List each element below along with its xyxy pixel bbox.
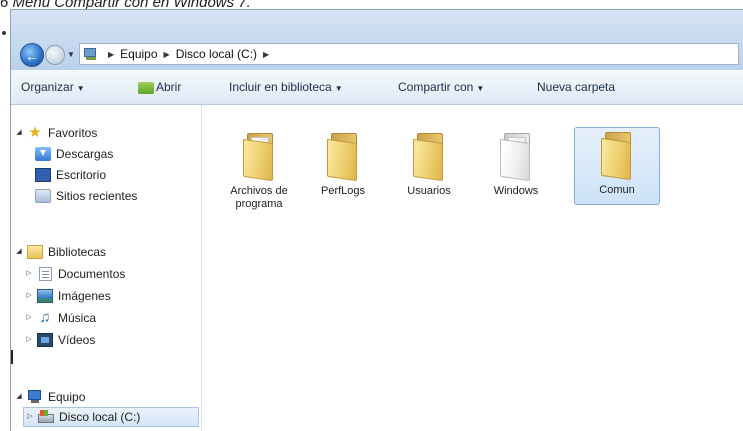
computer-icon xyxy=(27,390,43,404)
folder-item-windows[interactable]: Windows xyxy=(479,129,553,211)
breadcrumb-disco-local[interactable]: Disco local (C:) xyxy=(176,47,257,61)
folder-item-comun[interactable]: Comun xyxy=(574,127,660,205)
folder-label: PerfLogs xyxy=(320,185,366,197)
include-label: Incluir en biblioteca xyxy=(229,80,332,94)
organize-button[interactable]: Organizar ▼ xyxy=(21,70,85,104)
new-folder-label: Nueva carpeta xyxy=(537,80,616,94)
expand-arrow-icon[interactable]: ▷ xyxy=(25,330,33,350)
expand-arrow-icon[interactable]: ▷ xyxy=(25,308,33,328)
nav-item-label: Documentos xyxy=(58,267,126,281)
nav-item-label: Escritorio xyxy=(56,168,107,182)
breadcrumb-equipo[interactable]: Equipo xyxy=(120,47,157,61)
chevron-right-icon[interactable]: ▶ xyxy=(263,50,269,59)
back-button[interactable]: ← xyxy=(20,43,44,67)
nav-libraries-label: Bibliotecas xyxy=(48,245,107,259)
documents-icon xyxy=(39,267,52,281)
expand-arrow-icon[interactable]: ◢ xyxy=(15,387,23,407)
nav-computer-label: Equipo xyxy=(48,390,86,404)
recent-places-icon xyxy=(35,189,51,203)
folder-item-perflogs[interactable]: PerfLogs xyxy=(306,129,380,211)
nav-favorites[interactable]: ◢ ★ Favoritos xyxy=(15,123,97,143)
nav-libraries[interactable]: ◢ Bibliotecas xyxy=(15,242,106,262)
bullet-dot xyxy=(2,31,6,35)
new-folder-button[interactable]: Nueva carpeta xyxy=(537,70,615,104)
expand-arrow-icon[interactable]: ▷ xyxy=(25,264,33,284)
chevron-right-icon[interactable]: ▶ xyxy=(108,50,114,59)
chevron-down-icon: ▼ xyxy=(476,84,485,93)
nav-item-videos[interactable]: ▷ Vídeos xyxy=(25,330,95,350)
music-icon: ♫ xyxy=(39,309,51,326)
open-icon xyxy=(138,81,154,94)
libraries-icon xyxy=(27,245,43,259)
share-label: Compartir con xyxy=(398,80,474,94)
nav-computer[interactable]: ◢ Equipo xyxy=(15,387,85,407)
folder-item-archivos-de-programa[interactable]: Archivos de programa xyxy=(222,129,296,211)
folder-icon xyxy=(599,132,635,181)
nav-favorites-label: Favoritos xyxy=(48,126,98,140)
folder-label: Comun xyxy=(599,184,635,196)
computer-icon xyxy=(84,48,98,60)
chevron-down-icon: ▼ xyxy=(334,84,343,93)
history-dropdown-icon[interactable]: ▼ xyxy=(67,50,75,59)
nav-item-documentos[interactable]: ▷ Documentos xyxy=(25,264,125,284)
forward-button[interactable] xyxy=(45,45,65,65)
expand-arrow-icon[interactable]: ▷ xyxy=(26,407,34,427)
file-list: Archivos de programa PerfLogs Usuarios W… xyxy=(202,105,743,431)
window-edge-mark xyxy=(11,350,13,364)
pictures-icon xyxy=(37,289,53,303)
folder-icon xyxy=(241,133,277,182)
organize-label: Organizar xyxy=(21,80,74,94)
command-bar: Organizar ▼ Abrir Incluir en biblioteca ▼ … xyxy=(11,70,743,105)
chevron-right-icon[interactable]: ▶ xyxy=(164,50,170,59)
folder-label: Usuarios xyxy=(407,185,451,197)
expand-arrow-icon[interactable]: ◢ xyxy=(15,242,23,262)
folder-label: Archivos de programa xyxy=(230,185,288,210)
videos-icon xyxy=(37,333,53,347)
expand-arrow-icon[interactable]: ▷ xyxy=(25,286,33,306)
folder-icon xyxy=(498,133,534,182)
nav-item-sitios-recientes[interactable]: Sitios recientes xyxy=(35,186,137,206)
nav-item-label: Sitios recientes xyxy=(56,189,138,203)
nav-item-label: Disco local (C:) xyxy=(59,410,141,424)
nav-item-descargas[interactable]: Descargas xyxy=(35,144,113,164)
nav-item-label: Imágenes xyxy=(58,289,111,303)
explorer-window: ← ▼ ▶ Equipo ▶ Disco local (C:) ▶ Organi… xyxy=(10,9,743,431)
nav-item-label: Música xyxy=(58,311,97,325)
nav-item-musica[interactable]: ▷ ♫ Música xyxy=(25,308,96,328)
nav-item-imagenes[interactable]: ▷ Imágenes xyxy=(25,286,111,306)
address-bar-area: ← ▼ ▶ Equipo ▶ Disco local (C:) ▶ xyxy=(11,10,743,70)
share-with-button[interactable]: Compartir con ▼ xyxy=(398,70,484,104)
nav-item-label: Descargas xyxy=(56,147,114,161)
downloads-icon xyxy=(35,147,51,161)
star-icon: ★ xyxy=(28,124,42,141)
nav-item-escritorio[interactable]: Escritorio xyxy=(35,165,106,185)
folder-icon xyxy=(325,133,361,182)
folder-icon xyxy=(411,133,447,182)
folder-item-usuarios[interactable]: Usuarios xyxy=(392,129,466,211)
expand-arrow-icon[interactable]: ◢ xyxy=(15,123,23,143)
local-disk-icon xyxy=(38,410,54,424)
chevron-down-icon: ▼ xyxy=(76,84,85,93)
include-in-library-button[interactable]: Incluir en biblioteca ▼ xyxy=(229,70,343,104)
open-button[interactable]: Abrir xyxy=(138,70,181,104)
navigation-pane: ◢ ★ Favoritos Descargas Escritorio Sitio… xyxy=(11,105,202,431)
nav-item-label: Vídeos xyxy=(58,333,96,347)
address-bar[interactable]: ▶ Equipo ▶ Disco local (C:) ▶ xyxy=(79,43,739,65)
desktop-icon xyxy=(35,168,51,182)
folder-label: Windows xyxy=(493,185,539,197)
open-label: Abrir xyxy=(156,80,182,94)
nav-item-disco-local[interactable]: ▷ Disco local (C:) xyxy=(23,407,199,427)
